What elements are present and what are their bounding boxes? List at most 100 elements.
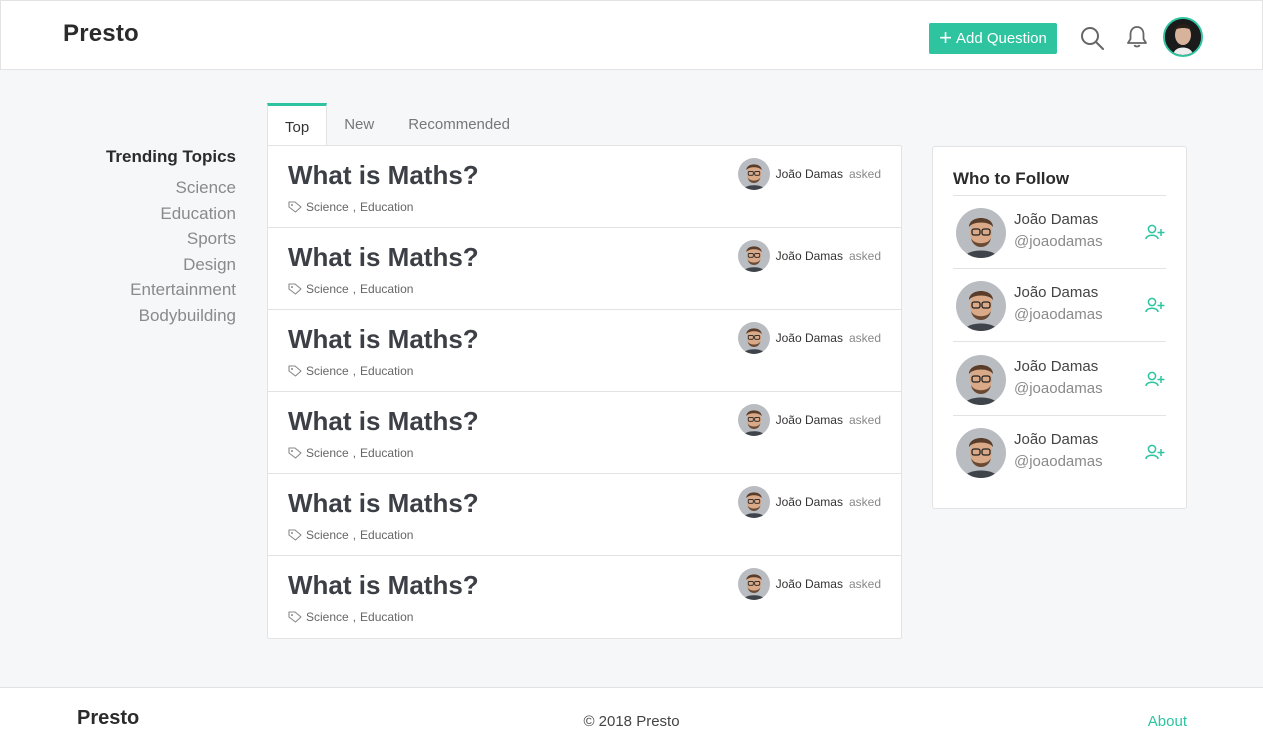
- question-tags: Science, Education: [288, 200, 413, 214]
- plus-icon: +: [939, 24, 952, 50]
- question-tags: Science, Education: [288, 364, 413, 378]
- tag-link[interactable]: Science: [306, 446, 349, 460]
- question-asker: João Damas asked: [737, 322, 881, 354]
- topic-link[interactable]: Bodybuilding: [106, 303, 236, 329]
- question-title[interactable]: What is Maths?: [288, 160, 479, 191]
- avatar[interactable]: [737, 404, 770, 436]
- question-item[interactable]: What is Maths? Science, Education João D…: [268, 228, 901, 310]
- tag-link[interactable]: Education: [360, 200, 413, 214]
- question-item[interactable]: What is Maths? Science, Education João D…: [268, 146, 901, 228]
- follow-user-icon[interactable]: [1145, 444, 1165, 460]
- trending-topics: Trending Topics Science Education Sports…: [106, 147, 236, 328]
- user-handle: @joaodamas: [1014, 306, 1103, 323]
- tag-link[interactable]: Education: [360, 610, 413, 624]
- follow-suggestion: João Damas @joaodamas: [953, 416, 1166, 489]
- question-title[interactable]: What is Maths?: [288, 242, 479, 273]
- tab-top[interactable]: Top: [267, 103, 328, 146]
- question-tags: Science, Education: [288, 446, 413, 460]
- tag-link[interactable]: Science: [306, 282, 349, 296]
- who-to-follow-panel: Who to Follow João Damas @joaodamas João…: [932, 146, 1187, 509]
- question-item[interactable]: What is Maths? Science, Education João D…: [268, 556, 901, 638]
- add-question-button[interactable]: + Add Question: [929, 23, 1057, 54]
- follow-suggestion: João Damas @joaodamas: [953, 269, 1166, 342]
- avatar[interactable]: [737, 568, 770, 600]
- follow-user-icon[interactable]: [1145, 224, 1165, 240]
- follow-suggestion: João Damas @joaodamas: [953, 343, 1166, 416]
- asked-label: asked: [848, 331, 881, 345]
- tab-new[interactable]: New: [327, 103, 391, 146]
- asked-label: asked: [848, 577, 881, 591]
- user-name[interactable]: João Damas: [1014, 211, 1098, 228]
- asker-name[interactable]: João Damas: [776, 167, 843, 181]
- asked-label: asked: [848, 495, 881, 509]
- asker-name[interactable]: João Damas: [776, 249, 843, 263]
- avatar[interactable]: [737, 486, 770, 518]
- question-asker: João Damas asked: [737, 568, 881, 600]
- topic-link[interactable]: Design: [106, 252, 236, 278]
- asker-name[interactable]: João Damas: [776, 413, 843, 427]
- tag-link[interactable]: Science: [306, 200, 349, 214]
- tag-separator: ,: [352, 528, 357, 542]
- question-title[interactable]: What is Maths?: [288, 406, 479, 437]
- tag-link[interactable]: Science: [306, 528, 349, 542]
- user-name[interactable]: João Damas: [1014, 358, 1098, 375]
- user-handle: @joaodamas: [1014, 380, 1103, 397]
- asker-name[interactable]: João Damas: [776, 331, 843, 345]
- avatar[interactable]: [956, 281, 1006, 331]
- tag-separator: ,: [352, 200, 357, 214]
- avatar[interactable]: [956, 208, 1006, 258]
- tag-link[interactable]: Education: [360, 364, 413, 378]
- search-icon[interactable]: [1080, 26, 1104, 50]
- trending-title: Trending Topics: [105, 147, 236, 166]
- add-question-label: Add Question: [955, 30, 1047, 47]
- tag-separator: ,: [352, 446, 357, 460]
- question-tags: Science, Education: [288, 610, 413, 624]
- topic-link[interactable]: Science: [106, 175, 236, 201]
- topic-link[interactable]: Education: [106, 201, 236, 227]
- tag-link[interactable]: Science: [306, 610, 349, 624]
- topic-link[interactable]: Sports: [106, 226, 236, 252]
- topic-link[interactable]: Entertainment: [106, 277, 236, 303]
- avatar[interactable]: [737, 158, 770, 190]
- tag-link[interactable]: Science: [306, 364, 349, 378]
- avatar[interactable]: [737, 240, 770, 272]
- tag-icon: [288, 447, 302, 459]
- question-asker: João Damas asked: [737, 404, 881, 436]
- asker-name[interactable]: João Damas: [776, 577, 843, 591]
- follow-user-icon[interactable]: [1145, 297, 1165, 313]
- tag-separator: ,: [352, 364, 357, 378]
- tag-icon: [288, 283, 302, 295]
- tab-recommended[interactable]: Recommended: [391, 103, 527, 146]
- profile-avatar[interactable]: [1163, 17, 1203, 57]
- question-tags: Science, Education: [288, 282, 413, 296]
- avatar[interactable]: [956, 428, 1006, 478]
- question-item[interactable]: What is Maths? Science, Education João D…: [268, 310, 901, 392]
- tag-link[interactable]: Education: [360, 528, 413, 542]
- user-name[interactable]: João Damas: [1014, 431, 1098, 448]
- question-title[interactable]: What is Maths?: [288, 488, 479, 519]
- follow-user-icon[interactable]: [1145, 371, 1165, 387]
- question-item[interactable]: What is Maths? Science, Education João D…: [268, 474, 901, 556]
- avatar[interactable]: [737, 322, 770, 354]
- about-link[interactable]: About: [1148, 713, 1187, 730]
- tag-icon: [288, 365, 302, 377]
- brand-logo[interactable]: Presto: [63, 20, 139, 48]
- tag-separator: ,: [352, 610, 357, 624]
- footer: Presto © 2018 Presto About: [0, 687, 1263, 752]
- user-name[interactable]: João Damas: [1014, 284, 1098, 301]
- who-to-follow-title: Who to Follow: [953, 169, 1070, 188]
- question-item[interactable]: What is Maths? Science, Education João D…: [268, 392, 901, 474]
- tag-link[interactable]: Education: [360, 282, 413, 296]
- tag-link[interactable]: Education: [360, 446, 413, 460]
- avatar[interactable]: [956, 355, 1006, 405]
- asker-name[interactable]: João Damas: [776, 495, 843, 509]
- question-title[interactable]: What is Maths?: [288, 324, 479, 355]
- asked-label: asked: [848, 167, 881, 181]
- question-asker: João Damas asked: [737, 486, 881, 518]
- top-navbar: Presto + Add Question: [0, 0, 1263, 70]
- user-handle: @joaodamas: [1014, 453, 1103, 470]
- question-title[interactable]: What is Maths?: [288, 570, 479, 601]
- user-handle: @joaodamas: [1014, 233, 1103, 250]
- question-asker: João Damas asked: [737, 240, 881, 272]
- bell-icon[interactable]: [1126, 25, 1148, 49]
